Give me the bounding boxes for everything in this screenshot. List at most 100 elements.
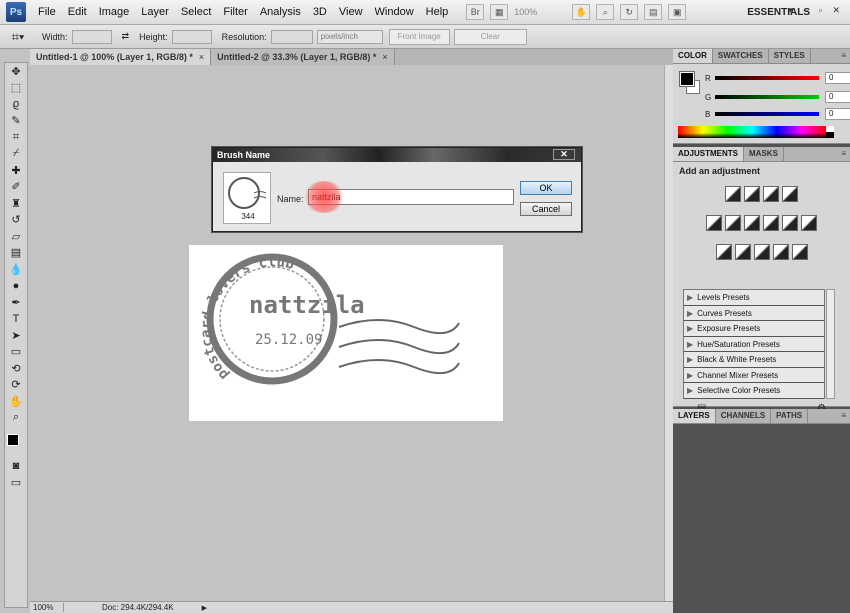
eraser-tool-icon[interactable]: ▱ bbox=[5, 228, 27, 245]
vertical-scrollbar[interactable] bbox=[664, 65, 673, 601]
brush-name-input[interactable]: nattzila bbox=[308, 189, 514, 205]
preset-channel-mixer[interactable]: ▶ Channel Mixer Presets bbox=[684, 367, 824, 383]
threshold-icon[interactable] bbox=[753, 244, 770, 260]
hue-saturation-icon[interactable] bbox=[725, 215, 741, 231]
tab-layers[interactable]: LAYERS bbox=[673, 409, 716, 423]
panel-menu-icon[interactable]: ≡ bbox=[841, 411, 846, 420]
menu-select[interactable]: Select bbox=[175, 0, 218, 25]
zoom-level[interactable]: 100% bbox=[514, 4, 566, 20]
tab-untitled-1[interactable]: Untitled-1 @ 100% (Layer 1, RGB/8) * × bbox=[30, 49, 212, 65]
vibrance-icon[interactable] bbox=[706, 215, 722, 231]
preset-exposure[interactable]: ▶ Exposure Presets bbox=[684, 321, 824, 337]
hand-tool-icon[interactable]: ✋ bbox=[5, 393, 27, 410]
quick-selection-tool-icon[interactable]: ✎ bbox=[5, 113, 27, 130]
panel-menu-icon[interactable]: ≡ bbox=[841, 149, 846, 158]
green-track[interactable] bbox=[715, 95, 819, 99]
green-value[interactable]: 0 bbox=[825, 91, 850, 103]
bridge-icon[interactable]: Br bbox=[466, 4, 485, 20]
marquee-tool-icon[interactable]: ⬚ bbox=[5, 80, 27, 97]
menu-3d[interactable]: 3D bbox=[307, 0, 333, 25]
blue-value[interactable]: 0 bbox=[825, 108, 850, 120]
rotate-view-icon[interactable]: ↻ bbox=[620, 4, 639, 20]
tab-paths[interactable]: PATHS bbox=[771, 409, 809, 423]
move-tool-icon[interactable]: ✥ bbox=[5, 63, 27, 80]
crop-tool-icon[interactable]: ⌗ bbox=[5, 129, 27, 146]
screen-mode-icon[interactable]: ▭ bbox=[5, 475, 27, 492]
panel-menu-icon[interactable]: ≡ bbox=[841, 51, 846, 60]
cancel-button[interactable]: Cancel bbox=[520, 202, 572, 216]
front-image-button[interactable]: Front Image bbox=[388, 28, 450, 45]
blue-slider[interactable]: B 0 bbox=[705, 108, 850, 120]
photo-filter-icon[interactable] bbox=[782, 215, 798, 231]
width-field[interactable] bbox=[71, 29, 112, 44]
preset-levels[interactable]: ▶ Levels Presets bbox=[684, 290, 824, 306]
clear-button[interactable]: Clear bbox=[453, 28, 527, 45]
eyedropper-tool-icon[interactable]: ⌿ bbox=[5, 146, 27, 163]
preset-black-white[interactable]: ▶ Black & White Presets bbox=[684, 352, 824, 368]
swap-icon[interactable]: ⇄ bbox=[122, 31, 130, 42]
status-menu-icon[interactable]: ▶ bbox=[202, 604, 207, 612]
close-icon[interactable]: × bbox=[382, 52, 387, 62]
color-balance-icon[interactable] bbox=[744, 215, 760, 231]
levels-icon[interactable] bbox=[744, 186, 760, 202]
menu-image[interactable]: Image bbox=[93, 0, 136, 25]
channel-mixer-icon[interactable] bbox=[801, 215, 817, 231]
shape-tool-icon[interactable]: ▭ bbox=[5, 344, 27, 361]
menu-window[interactable]: Window bbox=[369, 0, 420, 25]
resolution-field[interactable] bbox=[270, 29, 313, 44]
screen-mode-icon[interactable]: ▣ bbox=[668, 4, 687, 20]
color-picker[interactable] bbox=[5, 432, 27, 458]
tab-channels[interactable]: CHANNELS bbox=[716, 409, 772, 423]
color-spectrum[interactable] bbox=[678, 126, 826, 138]
status-zoom[interactable]: 100% bbox=[30, 603, 64, 612]
invert-icon[interactable] bbox=[715, 244, 732, 260]
exposure-icon[interactable] bbox=[782, 186, 798, 202]
type-tool-icon[interactable]: T bbox=[5, 311, 27, 328]
presets-scrollbar[interactable] bbox=[826, 289, 835, 399]
tab-swatches[interactable]: SWATCHES bbox=[713, 49, 769, 63]
menu-help[interactable]: Help bbox=[420, 0, 455, 25]
3d-rotate-tool-icon[interactable]: ⟲ bbox=[5, 360, 27, 377]
red-value[interactable]: 0 bbox=[825, 72, 850, 84]
units-select[interactable]: pixels/inch bbox=[316, 29, 383, 44]
curves-icon[interactable] bbox=[763, 186, 779, 202]
pen-tool-icon[interactable]: ✒ bbox=[5, 294, 27, 311]
close-icon[interactable]: × bbox=[199, 52, 204, 62]
gradient-map-icon[interactable] bbox=[772, 244, 789, 260]
foreground-color-swatch[interactable] bbox=[679, 71, 695, 87]
tab-adjustments[interactable]: ADJUSTMENTS bbox=[673, 147, 745, 161]
black-white-icon[interactable] bbox=[763, 215, 779, 231]
gradient-tool-icon[interactable]: ▤ bbox=[5, 245, 27, 262]
black-white-swatch[interactable] bbox=[826, 126, 834, 138]
tab-color[interactable]: COLOR bbox=[673, 49, 713, 63]
brush-tool-icon[interactable]: ✐ bbox=[5, 179, 27, 196]
green-slider[interactable]: G 0 bbox=[705, 91, 850, 103]
menu-filter[interactable]: Filter bbox=[217, 0, 253, 25]
selective-color-icon[interactable] bbox=[791, 244, 808, 260]
lasso-tool-icon[interactable]: ϱ bbox=[5, 96, 27, 113]
brightness-icon[interactable] bbox=[725, 186, 741, 202]
posterize-icon[interactable] bbox=[734, 244, 751, 260]
tab-masks[interactable]: MASKS bbox=[744, 147, 784, 161]
red-track[interactable] bbox=[715, 76, 819, 80]
menu-file[interactable]: File bbox=[32, 0, 62, 25]
tab-styles[interactable]: STYLES bbox=[769, 49, 811, 63]
quick-mask-icon[interactable]: ◙ bbox=[5, 458, 27, 475]
clone-stamp-tool-icon[interactable]: ♜ bbox=[5, 195, 27, 212]
window-controls[interactable]: ▾ – ▫ ✕ bbox=[788, 5, 844, 16]
menu-view[interactable]: View bbox=[333, 0, 369, 25]
preset-selective-color[interactable]: ▶ Selective Color Presets bbox=[684, 383, 824, 399]
ok-button[interactable]: OK bbox=[520, 181, 572, 195]
hand-icon[interactable]: ✋ bbox=[572, 4, 591, 20]
blue-track[interactable] bbox=[715, 112, 819, 116]
healing-brush-tool-icon[interactable]: ✚ bbox=[5, 162, 27, 179]
crop-tool-preset-icon[interactable]: ⌗▾ bbox=[4, 29, 32, 45]
tab-untitled-2[interactable]: Untitled-2 @ 33.3% (Layer 1, RGB/8) * × bbox=[211, 49, 395, 65]
extras-icon[interactable]: ▦ bbox=[490, 4, 509, 20]
menu-analysis[interactable]: Analysis bbox=[254, 0, 307, 25]
red-slider[interactable]: R 0 bbox=[705, 72, 850, 84]
zoom-icon[interactable]: ⌕ bbox=[596, 4, 615, 20]
dodge-tool-icon[interactable]: ● bbox=[5, 278, 27, 295]
document-canvas[interactable]: postcard lovers club nattzila 25.12.09 bbox=[189, 245, 503, 421]
blur-tool-icon[interactable]: 💧 bbox=[5, 261, 27, 278]
